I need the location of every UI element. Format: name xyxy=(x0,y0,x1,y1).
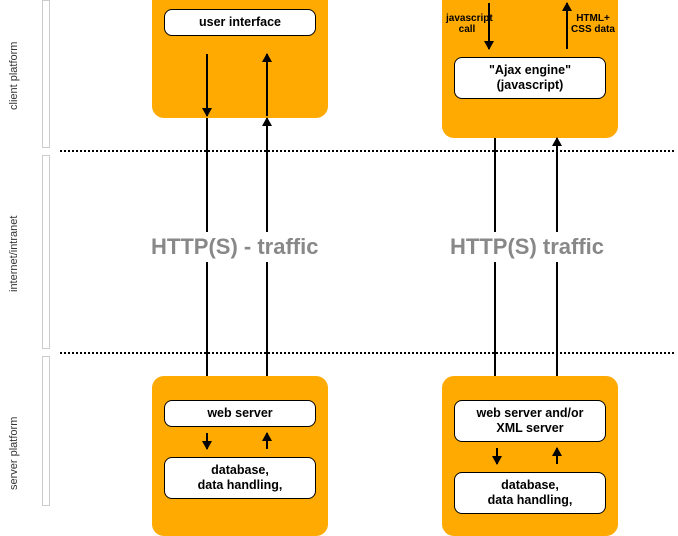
left-ui-arrow-down xyxy=(206,54,208,116)
right-http-arrow-up xyxy=(556,138,558,396)
client-vlabel: client platform xyxy=(8,42,20,110)
right-db-label: database, data handling, xyxy=(454,472,606,514)
internet-bracket xyxy=(42,155,50,349)
right-ui-ajax-arrow-up xyxy=(566,3,568,49)
client-bracket xyxy=(42,0,50,148)
left-db-label: database, data handling, xyxy=(164,457,316,499)
left-client-box: web browser user interface xyxy=(152,0,328,118)
right-ajax-label: "Ajax engine" (javascript) xyxy=(454,57,606,99)
left-traffic-label: HTTP(S) - traffic xyxy=(147,232,322,262)
right-traffic-label: HTTP(S) traffic xyxy=(446,232,608,262)
right-http-arrow-down xyxy=(494,138,496,396)
left-ui-label: user interface xyxy=(164,9,316,36)
separator-bottom xyxy=(60,352,674,354)
right-ui-ajax-arrow-down xyxy=(488,3,490,49)
right-ws-db-arrow-up xyxy=(556,448,558,464)
right-htmlcss-label: HTML+ CSS data xyxy=(570,13,616,35)
right-jscall-label: javascript call xyxy=(446,13,488,35)
server-vlabel: server platform xyxy=(8,417,20,490)
left-browser-title: web browser xyxy=(152,0,328,3)
right-webserver-label: web server and/or XML server xyxy=(454,400,606,442)
left-ws-db-arrow-down xyxy=(206,433,208,449)
left-ui-arrow-up xyxy=(266,54,268,116)
server-bracket xyxy=(42,356,50,506)
left-ws-db-arrow-up xyxy=(266,433,268,449)
left-server-box: web server database, data handling, xyxy=(152,376,328,536)
internet-vlabel: internet/intranet xyxy=(8,216,20,292)
left-webserver-label: web server xyxy=(164,400,316,427)
right-server-box: web server and/or XML server database, d… xyxy=(442,376,618,536)
separator-top xyxy=(60,150,674,152)
right-client-box: user interface javascript call HTML+ CSS… xyxy=(442,0,618,138)
right-ws-db-arrow-down xyxy=(496,448,498,464)
